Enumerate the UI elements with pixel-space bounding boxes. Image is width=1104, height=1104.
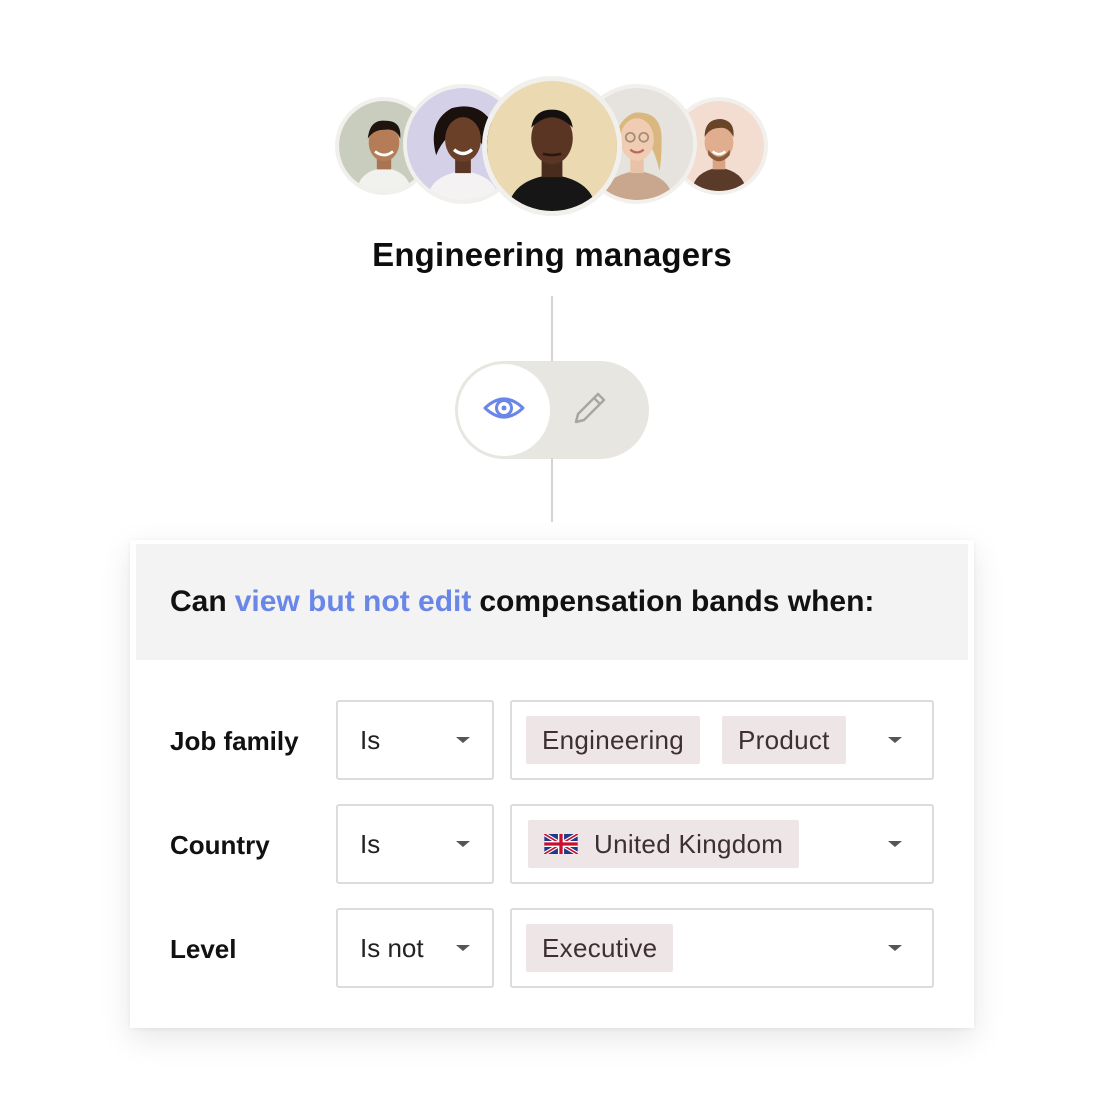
rule-label-level: Level bbox=[170, 934, 237, 964]
card-header: Can view but not edit compensation bands… bbox=[136, 544, 968, 660]
rule-summary: Can view but not edit compensation bands… bbox=[170, 544, 874, 660]
chevron-down-icon bbox=[456, 841, 470, 847]
value-chip[interactable]: Executive bbox=[526, 924, 674, 972]
uk-flag-icon bbox=[544, 834, 578, 854]
chevron-down-icon bbox=[888, 737, 902, 743]
permission-toggle[interactable] bbox=[455, 361, 649, 459]
edit-option[interactable] bbox=[565, 385, 615, 435]
operator-select-job-family[interactable]: Is bbox=[336, 700, 494, 780]
chevron-down-icon bbox=[888, 841, 902, 847]
operator-value: Is bbox=[360, 828, 381, 859]
connector-line bbox=[551, 296, 553, 362]
value-select-country[interactable]: United Kingdom bbox=[510, 804, 934, 884]
chevron-down-icon bbox=[456, 737, 470, 743]
summary-prefix: Can bbox=[170, 585, 227, 618]
chevron-down-icon bbox=[456, 945, 470, 951]
permission-rules-card: Can view but not edit compensation bands… bbox=[130, 540, 974, 1028]
operator-value: Is bbox=[360, 724, 381, 755]
value-select-level[interactable]: Executive bbox=[510, 908, 934, 988]
summary-suffix: compensation bands when: bbox=[479, 585, 875, 618]
connector-line bbox=[551, 458, 553, 522]
rule-label-country: Country bbox=[170, 830, 270, 860]
permission-level: view but not edit bbox=[234, 585, 472, 618]
eye-icon bbox=[482, 386, 526, 435]
view-option[interactable] bbox=[458, 364, 550, 456]
group-title: Engineering managers bbox=[372, 236, 732, 273]
avatar bbox=[482, 76, 622, 216]
value-chip[interactable]: Engineering bbox=[526, 716, 701, 764]
operator-select-level[interactable]: Is not bbox=[336, 908, 494, 988]
chevron-down-icon bbox=[888, 945, 902, 951]
operator-select-country[interactable]: Is bbox=[336, 804, 494, 884]
avatar-group bbox=[0, 0, 1104, 230]
value-chip[interactable]: United Kingdom bbox=[528, 820, 800, 868]
chip-label: United Kingdom bbox=[594, 828, 784, 859]
value-select-job-family[interactable]: Engineering Product bbox=[510, 700, 934, 780]
pencil-icon bbox=[570, 388, 610, 433]
rule-label-job-family: Job family bbox=[170, 726, 299, 756]
value-chip[interactable]: Product bbox=[722, 716, 846, 764]
operator-value: Is not bbox=[360, 932, 424, 963]
